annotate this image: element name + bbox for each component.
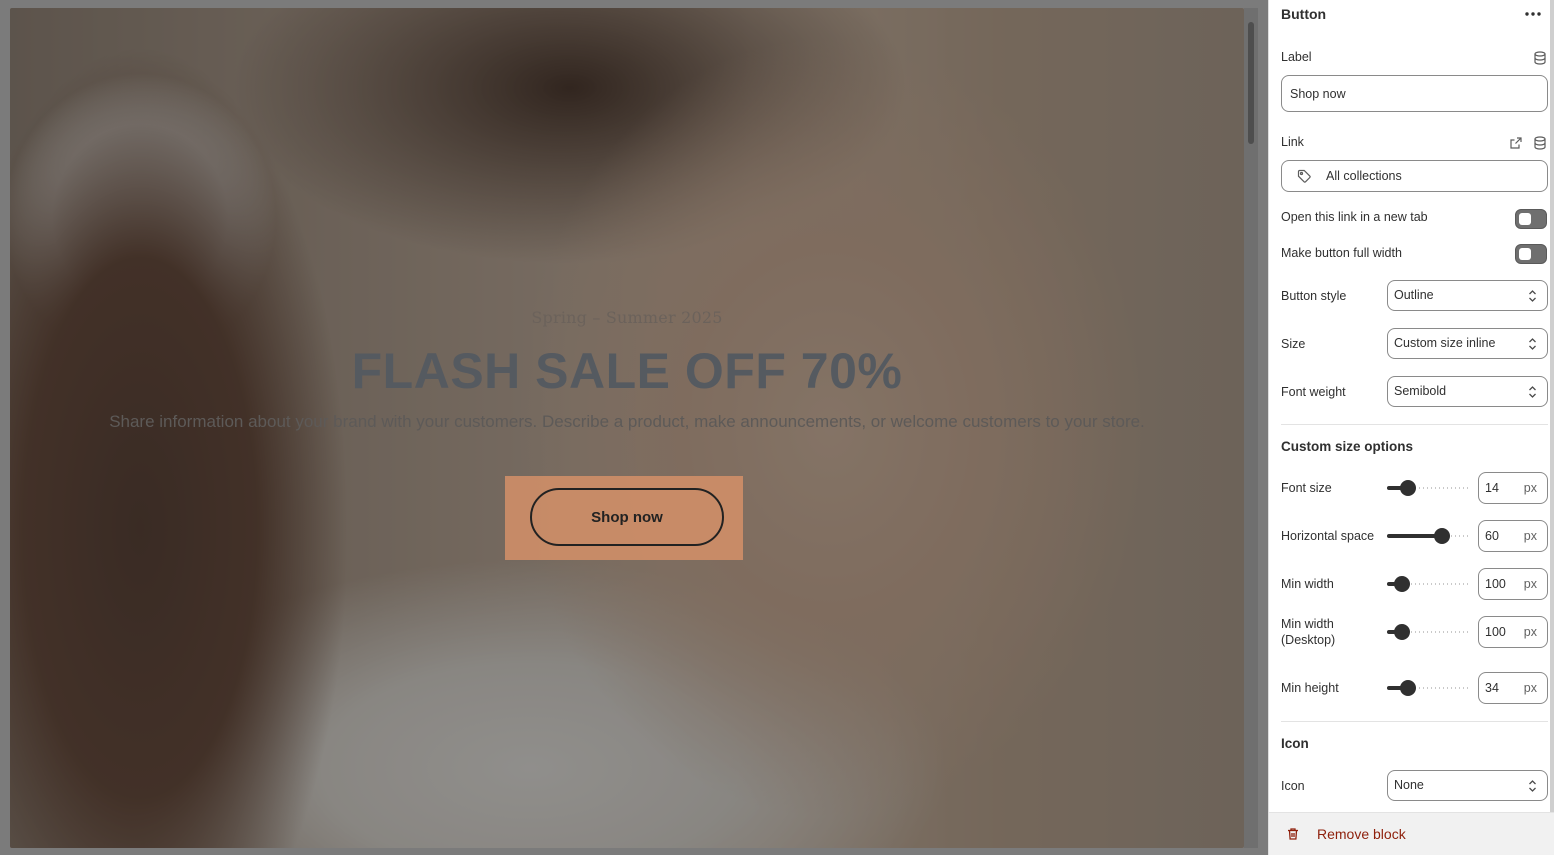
panel-header: Button bbox=[1281, 6, 1543, 24]
font-size-row: Font size 14 px bbox=[1281, 472, 1548, 504]
select-row-button-style: Button style Outline bbox=[1281, 280, 1548, 311]
hero-eyebrow: Spring – Summer 2025 bbox=[531, 308, 723, 327]
slider-knob[interactable] bbox=[1394, 624, 1410, 640]
slider-knob[interactable] bbox=[1394, 576, 1410, 592]
slider-knob[interactable] bbox=[1400, 480, 1416, 496]
icon-section-title: Icon bbox=[1281, 736, 1309, 751]
trash-icon bbox=[1285, 826, 1301, 842]
min-width-desktop-input[interactable]: 100 px bbox=[1478, 616, 1548, 648]
min-width-desktop-value: 100 bbox=[1485, 625, 1506, 639]
preview-scrollbar-thumb[interactable] bbox=[1248, 22, 1254, 144]
hero-content: Spring – Summer 2025 FLASH SALE OFF 70% … bbox=[10, 8, 1244, 848]
link-picker-value: All collections bbox=[1326, 169, 1402, 183]
slider-knob[interactable] bbox=[1400, 680, 1416, 696]
min-height-row: Min height 34 px bbox=[1281, 672, 1548, 704]
size-value: Custom size inline bbox=[1394, 336, 1496, 350]
label-input[interactable] bbox=[1281, 75, 1548, 112]
preview-scrollbar[interactable] bbox=[1244, 8, 1258, 848]
horizontal-space-slider[interactable] bbox=[1387, 528, 1470, 544]
label-field-header: Label bbox=[1281, 50, 1547, 66]
icon-select[interactable]: None bbox=[1387, 770, 1548, 801]
min-width-row: Min width 100 px bbox=[1281, 568, 1548, 600]
horizontal-space-input[interactable]: 60 px bbox=[1478, 520, 1548, 552]
font-size-slider[interactable] bbox=[1387, 480, 1470, 496]
section-divider bbox=[1281, 424, 1548, 425]
min-width-desktop-unit: px bbox=[1523, 625, 1537, 639]
section-divider bbox=[1281, 721, 1548, 722]
toggle-row-full-width: Make button full width bbox=[1281, 244, 1547, 264]
select-row-size: Size Custom size inline bbox=[1281, 328, 1548, 359]
preview-canvas: Spring – Summer 2025 FLASH SALE OFF 70% … bbox=[10, 8, 1244, 848]
hero-shop-button[interactable]: Shop now bbox=[530, 488, 724, 546]
external-link-icon[interactable] bbox=[1508, 135, 1524, 151]
min-height-value: 34 bbox=[1485, 681, 1499, 695]
new-tab-toggle[interactable] bbox=[1515, 209, 1547, 229]
custom-size-section-title: Custom size options bbox=[1281, 439, 1414, 454]
min-width-desktop-slider[interactable] bbox=[1387, 624, 1470, 640]
hero-title: FLASH SALE OFF 70% bbox=[351, 343, 903, 399]
panel-footer: Remove block bbox=[1269, 812, 1554, 855]
min-width-slider[interactable] bbox=[1387, 576, 1470, 592]
horizontal-space-row: Horizontal space 60 px bbox=[1281, 520, 1548, 552]
size-select[interactable]: Custom size inline bbox=[1387, 328, 1548, 359]
min-width-input[interactable]: 100 px bbox=[1478, 568, 1548, 600]
chevron-updown-icon bbox=[1529, 780, 1536, 792]
custom-size-section-header: Custom size options bbox=[1281, 439, 1547, 454]
min-height-input[interactable]: 34 px bbox=[1478, 672, 1548, 704]
tag-icon bbox=[1296, 168, 1312, 184]
database-icon[interactable] bbox=[1532, 50, 1548, 66]
button-style-value: Outline bbox=[1394, 288, 1434, 302]
horizontal-space-value: 60 bbox=[1485, 529, 1499, 543]
panel-title: Button bbox=[1281, 6, 1327, 22]
min-height-unit: px bbox=[1523, 681, 1537, 695]
min-width-value: 100 bbox=[1485, 577, 1506, 591]
toggle-label-new-tab: Open this link in a new tab bbox=[1281, 210, 1428, 224]
link-picker-wrapper: All collections bbox=[1281, 160, 1548, 192]
select-row-font-weight: Font weight Semibold bbox=[1281, 376, 1548, 407]
min-width-unit: px bbox=[1523, 577, 1537, 591]
toggle-label-full-width: Make button full width bbox=[1281, 246, 1402, 260]
label-field-wrapper bbox=[1281, 75, 1548, 112]
min-width-desktop-row: Min width (Desktop) 100 px bbox=[1281, 616, 1548, 648]
slider-knob[interactable] bbox=[1434, 528, 1450, 544]
font-size-value: 14 bbox=[1485, 481, 1499, 495]
settings-panel: Button Label Link bbox=[1268, 0, 1554, 855]
database-icon[interactable] bbox=[1532, 135, 1548, 151]
font-size-unit: px bbox=[1523, 481, 1537, 495]
link-picker[interactable]: All collections bbox=[1281, 160, 1548, 192]
font-weight-select[interactable]: Semibold bbox=[1387, 376, 1548, 407]
more-icon[interactable] bbox=[1523, 6, 1543, 22]
font-weight-value: Semibold bbox=[1394, 384, 1447, 398]
min-height-slider[interactable] bbox=[1387, 680, 1470, 696]
chevron-updown-icon bbox=[1529, 290, 1536, 302]
selected-block-highlight: Shop now bbox=[505, 476, 743, 560]
label-field-label: Label bbox=[1281, 50, 1312, 64]
toggle-row-new-tab: Open this link in a new tab bbox=[1281, 208, 1547, 229]
settings-scroll-area: Button Label Link bbox=[1269, 0, 1554, 812]
icon-select-value: None bbox=[1394, 778, 1424, 792]
icon-section-header: Icon bbox=[1281, 736, 1547, 751]
panel-scrollbar[interactable] bbox=[1550, 0, 1554, 812]
font-size-input[interactable]: 14 px bbox=[1478, 472, 1548, 504]
button-style-select[interactable]: Outline bbox=[1387, 280, 1548, 311]
link-field-header: Link bbox=[1281, 135, 1547, 151]
chevron-updown-icon bbox=[1529, 386, 1536, 398]
remove-block-button[interactable]: Remove block bbox=[1281, 823, 1406, 845]
horizontal-space-unit: px bbox=[1523, 529, 1537, 543]
hero-description: Share information about your brand with … bbox=[109, 412, 1145, 431]
chevron-updown-icon bbox=[1529, 338, 1536, 350]
full-width-toggle[interactable] bbox=[1515, 244, 1547, 264]
remove-block-label: Remove block bbox=[1317, 826, 1406, 842]
icon-select-row: Icon None bbox=[1281, 770, 1548, 801]
